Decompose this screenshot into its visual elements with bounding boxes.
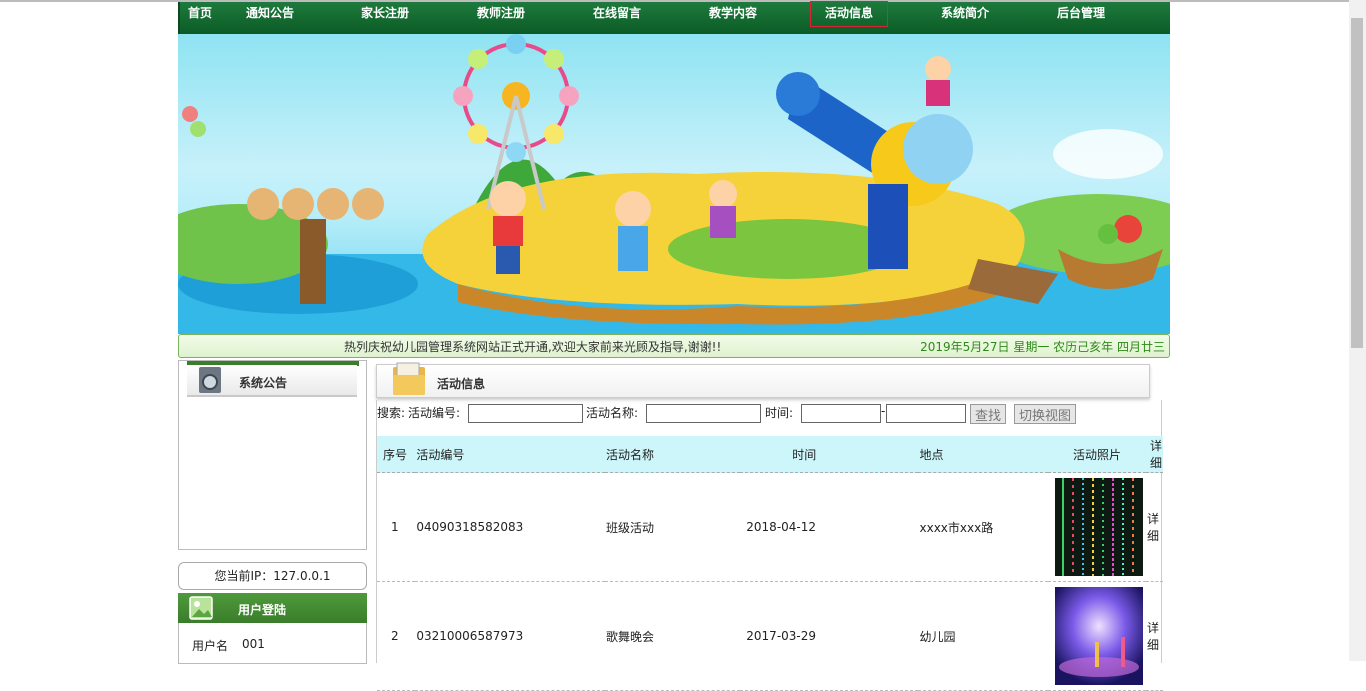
nav-parent-register[interactable]: 家长注册 [361,2,409,26]
search-label: 搜索: [377,406,406,420]
activity-id-label: 活动编号: [408,406,461,420]
nav-about[interactable]: 系统简介 [941,2,989,26]
folder-icon [393,362,425,395]
main-nav: 首页 通知公告 家长注册 教师注册 在线留言 教学内容 活动信息 系统简介 后台… [178,1,1170,34]
announcement-bar: 热列庆祝幼儿园管理系统网站正式开通,欢迎大家前来光顾及指导,谢谢!! 2019年… [178,334,1170,358]
col-code: 活动编号 [415,436,605,473]
date-display: 2019年5月27日 星期一 农历己亥年 四月廿三 [920,340,1165,354]
banner-illustration [178,34,1170,334]
activity-photo[interactable] [1055,478,1144,576]
table-row: 1 04090318582083 班级活动 2018-04-12 xxxx市xx… [377,472,1163,582]
nav-teacher-register[interactable]: 教师注册 [477,2,525,26]
activity-title: 活动信息 [437,377,486,391]
row-code: 03210006587973 [415,581,605,691]
nav-admin[interactable]: 后台管理 [1057,2,1105,26]
nav-activity[interactable]: 活动信息 [809,1,889,27]
row-place: xxxx市xxx路 [918,472,1049,582]
photo-icon [189,596,213,620]
activity-section: 活动信息 搜索: 活动编号: 活动名称: 时间: - 查找 切换视图 序号 活动… [376,360,1163,691]
col-detail: 详细 [1145,436,1163,473]
col-name: 活动名称 [604,436,741,473]
nav-home[interactable]: 首页 [188,2,212,26]
activity-name-input[interactable] [646,404,761,423]
activity-name-label: 活动名称: [586,406,639,420]
scrollbar-thumb[interactable] [1351,18,1363,348]
login-panel: 用户名 001 [178,623,367,664]
activity-photo[interactable] [1055,587,1144,685]
row-time: 2018-04-12 [740,472,919,582]
time-label: 时间: [765,406,794,420]
row-code: 04090318582083 [415,472,605,582]
time-range-dash: - [881,404,886,418]
activity-header: 活动信息 [376,362,1150,398]
login-panel-title: 用户登陆 [238,603,287,617]
scrollbar-track[interactable] [1349,0,1366,661]
col-photo: 活动照片 [1048,436,1146,473]
table-row: 2 03210006587973 歌舞晚会 2017-03-29 幼儿园 详细 [377,581,1163,691]
row-name: 歌舞晚会 [604,581,741,691]
search-button[interactable]: 查找 [970,404,1007,424]
username-value: 001 [242,637,265,651]
start-time-input[interactable] [801,404,881,423]
notice-panel: 系统公告 [178,360,367,550]
nav-notice[interactable]: 通知公告 [246,2,294,26]
nav-teaching[interactable]: 教学内容 [709,2,757,26]
toggle-view-button[interactable]: 切换视图 [1014,404,1077,424]
row-photo-cell [1048,581,1146,691]
washer-icon [199,367,221,393]
end-time-input[interactable] [886,404,966,423]
notice-panel-title: 系统公告 [239,376,288,390]
row-name: 班级活动 [604,472,741,582]
nav-message[interactable]: 在线留言 [593,2,641,26]
activity-id-input[interactable] [468,404,583,423]
row-detail-link[interactable]: 详细 [1145,472,1163,582]
row-time: 2017-03-29 [740,581,919,691]
marquee-text: 热列庆祝幼儿园管理系统网站正式开通,欢迎大家前来光顾及指导,谢谢!! [344,340,722,354]
login-panel-header: 用户登陆 [178,593,367,623]
row-photo-cell [1048,472,1146,582]
row-no: 1 [377,472,416,582]
row-no: 2 [377,581,416,691]
col-no: 序号 [377,436,416,473]
page-wrapper: 首页 通知公告 家长注册 教师注册 在线留言 教学内容 活动信息 系统简介 后台… [178,1,1170,691]
activity-body: 搜索: 活动编号: 活动名称: 时间: - 查找 切换视图 序号 活动编号 活动… [376,400,1163,691]
row-place: 幼儿园 [918,581,1049,691]
ip-display: 您当前IP：127.0.0.1 [178,562,367,590]
col-place: 地点 [918,436,1049,473]
table-header-row: 序号 活动编号 活动名称 时间 地点 活动照片 详细 [377,436,1163,473]
notice-panel-header: 系统公告 [187,365,357,397]
username-label: 用户名 [192,639,229,653]
activity-table: 序号 活动编号 活动名称 时间 地点 活动照片 详细 1 04090318582… [377,436,1163,691]
col-time: 时间 [740,436,919,473]
kindergarten-banner [178,34,1170,334]
row-detail-link[interactable]: 详细 [1145,581,1163,691]
